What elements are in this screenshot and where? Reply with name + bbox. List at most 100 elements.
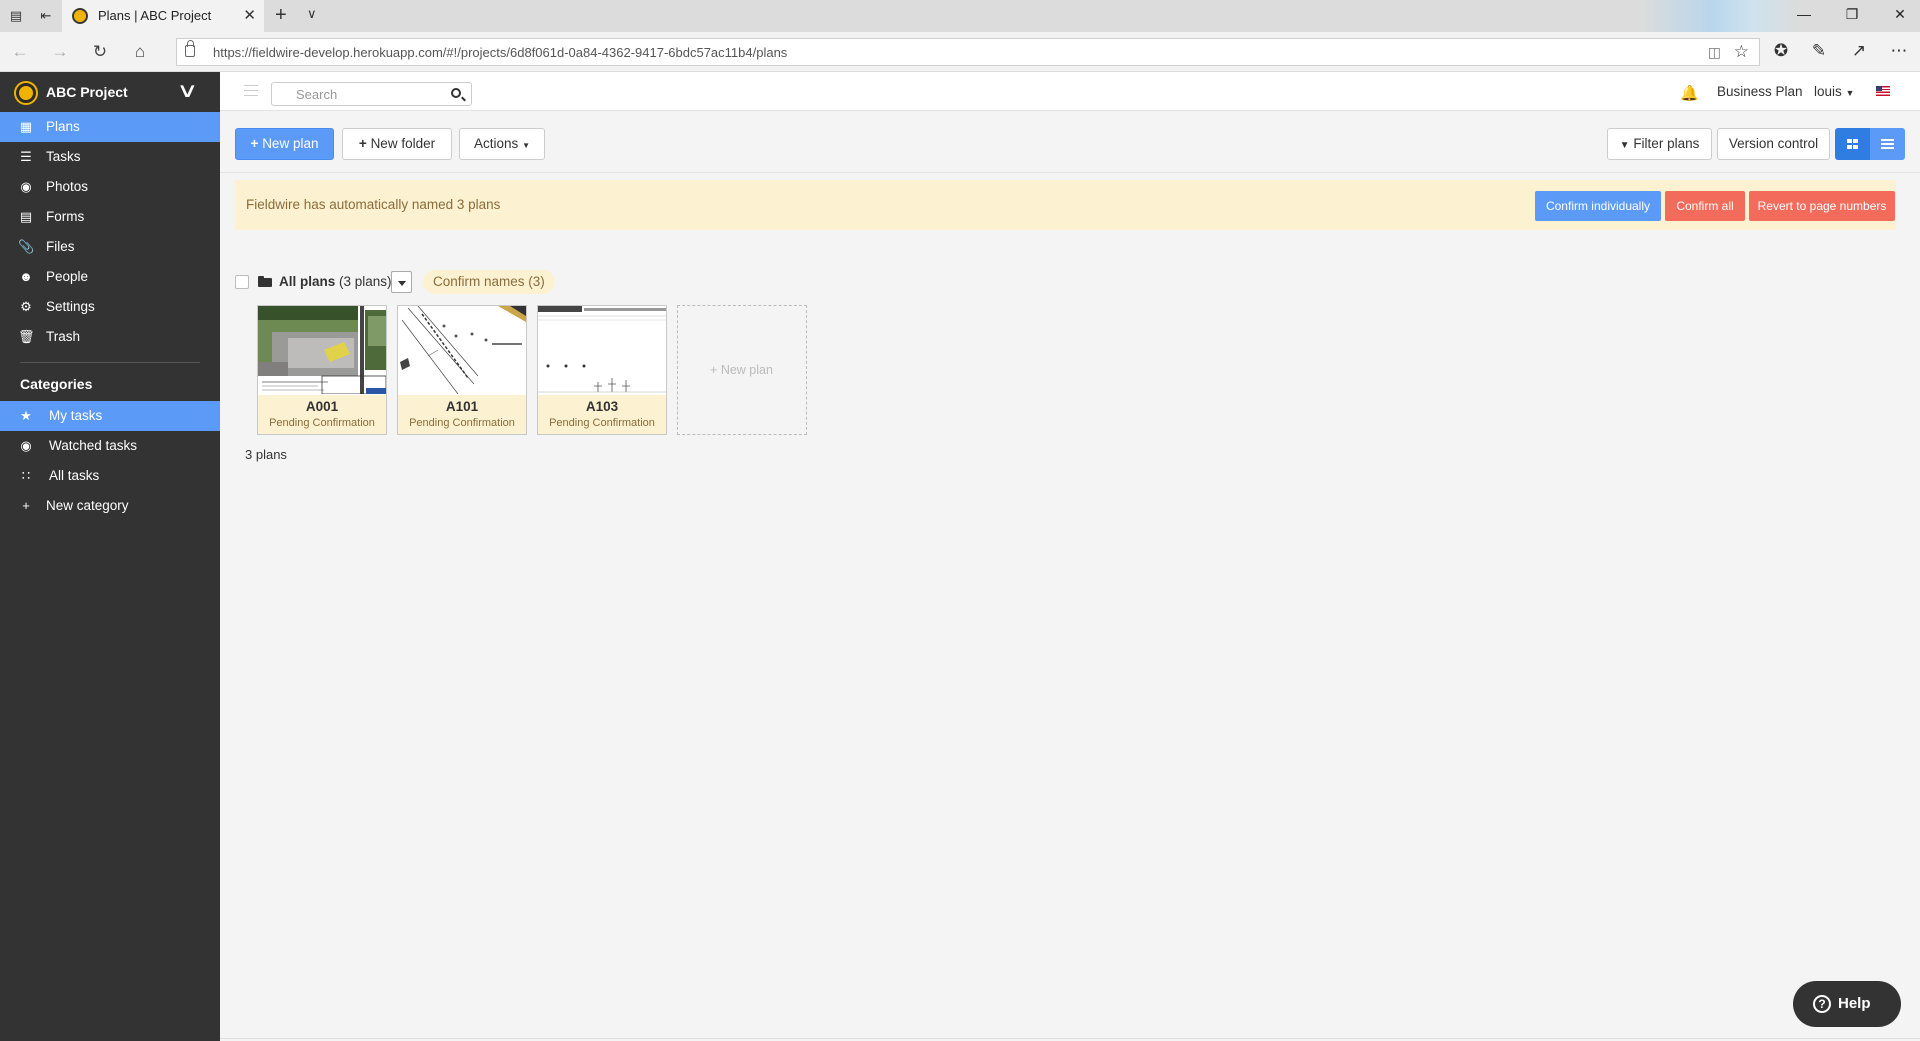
pen-icon[interactable]: ✎ — [1808, 41, 1830, 61]
sidebar-item-watched-tasks[interactable]: ◉ Watched tasks — [0, 431, 220, 461]
sidebar-item-label: Watched tasks — [49, 438, 138, 453]
folder-open-icon — [258, 276, 272, 287]
bell-icon[interactable]: 🔔 — [1680, 84, 1699, 102]
refresh-icon[interactable]: ↻ — [90, 42, 110, 62]
confirm-all-button[interactable]: Confirm all — [1665, 191, 1745, 221]
confirm-individually-button[interactable]: Confirm individually — [1535, 191, 1661, 221]
favorites-icon[interactable]: ✪ — [1770, 41, 1792, 61]
caret-down-icon: ▼ — [1845, 88, 1855, 98]
sidebar-item-label: Files — [46, 239, 75, 254]
categories-title: Categories — [20, 376, 93, 392]
plan-card[interactable]: A101 Pending Confirmation — [397, 305, 527, 435]
sidebar-item-photos[interactable]: ◉ Photos — [0, 172, 220, 202]
sidebar-item-label: Plans — [46, 119, 80, 134]
browser-tab[interactable]: Plans | ABC Project ✕ — [62, 0, 264, 32]
restore-icon[interactable]: ❐ — [1842, 6, 1862, 23]
camera-icon: ◉ — [20, 179, 32, 194]
folder-name: All plans — [279, 274, 336, 289]
plan-status: Pending Confirmation — [409, 417, 515, 429]
gear-icon: ⚙ — [20, 299, 32, 314]
new-tab-icon[interactable]: + — [275, 4, 287, 27]
sidebar-item-forms[interactable]: ▤ Forms — [0, 202, 220, 232]
us-flag-icon[interactable] — [1876, 86, 1890, 96]
reading-view-icon[interactable]: ◫ — [1708, 44, 1721, 61]
sidebar-item-settings[interactable]: ⚙ Settings — [0, 292, 220, 322]
plan-card[interactable]: A001 Pending Confirmation — [257, 305, 387, 435]
hamburger-menu-icon[interactable] — [244, 85, 258, 96]
close-window-icon[interactable]: ✕ — [1890, 6, 1910, 23]
help-button[interactable]: ? Help — [1793, 981, 1901, 1027]
grid-view-toggle[interactable] — [1835, 128, 1870, 160]
actions-dropdown[interactable]: Actions ▼ — [459, 128, 545, 160]
sidebar-divider — [20, 362, 200, 363]
plan-card[interactable]: A103 Pending Confirmation — [537, 305, 667, 435]
revert-to-page-numbers-button[interactable]: Revert to page numbers — [1749, 191, 1895, 221]
confirm-names-badge[interactable]: Confirm names (3) — [423, 270, 555, 294]
forward-icon[interactable]: → — [50, 42, 70, 62]
new-plan-card[interactable]: + New plan — [677, 305, 807, 435]
url-field[interactable]: https://fieldwire-develop.herokuapp.com/… — [176, 38, 1760, 66]
grid-icon: ∷ — [21, 468, 31, 483]
sidebar-item-new-category[interactable]: + New category — [0, 491, 220, 521]
search-box — [271, 82, 472, 106]
set-aside-tabs-icon[interactable]: ⇤ — [38, 8, 54, 24]
sidebar-item-people[interactable]: ☻ People — [0, 262, 220, 292]
favorite-star-icon[interactable]: ☆ — [1734, 42, 1749, 62]
plan-status: Pending Confirmation — [549, 417, 655, 429]
minimize-icon[interactable]: — — [1794, 6, 1814, 22]
toolbar-divider — [220, 172, 1920, 173]
url-text: https://fieldwire-develop.herokuapp.com/… — [213, 45, 788, 60]
eye-icon: ◉ — [20, 438, 32, 453]
sidebar-item-label: Trash — [46, 329, 81, 344]
business-plan-link[interactable]: Business Plan — [1717, 84, 1803, 99]
sidebar-item-plans[interactable]: ▦ Plans — [0, 112, 220, 142]
plan-footer: A101 Pending Confirmation — [398, 395, 526, 434]
folder-title[interactable]: All plans (3 plans) — [279, 274, 392, 289]
folder-dropdown-button[interactable] — [391, 271, 412, 293]
browser-tab-bar: ▤ ⇤ Plans | ABC Project ✕ + ∨ — ❐ ✕ — [0, 0, 1920, 32]
close-tab-icon[interactable]: ✕ — [243, 6, 256, 24]
sidebar-item-files[interactable]: 📎 Files — [0, 232, 220, 262]
new-plan-label: New plan — [262, 136, 319, 151]
new-folder-button[interactable]: + New folder — [342, 128, 452, 160]
plus-icon: + — [358, 136, 367, 151]
plan-name: A001 — [305, 399, 339, 414]
back-icon[interactable]: ← — [10, 42, 30, 62]
list-view-icon — [1881, 139, 1894, 149]
plus-icon: + — [250, 136, 259, 151]
list-view-toggle[interactable] — [1870, 128, 1905, 160]
plan-footer: A001 Pending Confirmation — [258, 395, 386, 434]
project-switcher[interactable]: ABC Project ∨ — [0, 72, 220, 112]
plan-status: Pending Confirmation — [269, 417, 375, 429]
filter-icon: ▼ — [1619, 140, 1630, 151]
filter-plans-button[interactable]: ▼ Filter plans — [1607, 128, 1712, 160]
user-menu[interactable]: louis ▼ — [1814, 84, 1854, 99]
tab-actions-icon[interactable]: ▤ — [8, 8, 24, 24]
plans-icon: ▦ — [19, 119, 33, 134]
sidebar-item-tasks[interactable]: ☰ Tasks — [0, 142, 220, 172]
project-logo-icon — [16, 83, 36, 103]
auto-naming-alert: Fieldwire has automatically named 3 plan… — [235, 180, 1896, 230]
window-decoration — [1640, 0, 1800, 32]
help-label: Help — [1838, 995, 1871, 1012]
version-control-button[interactable]: Version control — [1717, 128, 1830, 160]
folder-count: (3 plans) — [339, 274, 392, 289]
new-plan-card-label: + New plan — [710, 363, 773, 377]
new-plan-button[interactable]: + New plan — [235, 128, 334, 160]
actions-label: Actions — [474, 136, 519, 151]
search-icon[interactable] — [451, 88, 461, 98]
sidebar-item-my-tasks[interactable]: ★ My tasks — [0, 401, 220, 431]
sidebar-item-label: All tasks — [49, 468, 100, 483]
sidebar-item-all-tasks[interactable]: ∷ All tasks — [0, 461, 220, 491]
sidebar-item-trash[interactable]: 🗑 Trash — [0, 322, 220, 352]
chevron-down-icon[interactable]: ∨ — [307, 6, 317, 22]
home-icon[interactable]: ⌂ — [130, 42, 150, 62]
more-icon[interactable]: ⋯ — [1888, 41, 1910, 61]
chevron-down-icon[interactable]: ∨ — [176, 78, 198, 103]
project-name: ABC Project — [46, 84, 128, 100]
search-input[interactable] — [272, 83, 442, 105]
user-name: louis — [1814, 84, 1842, 99]
sidebar-item-label: People — [46, 269, 89, 284]
select-all-checkbox[interactable] — [235, 275, 249, 289]
share-icon[interactable]: ↗ — [1848, 41, 1870, 61]
